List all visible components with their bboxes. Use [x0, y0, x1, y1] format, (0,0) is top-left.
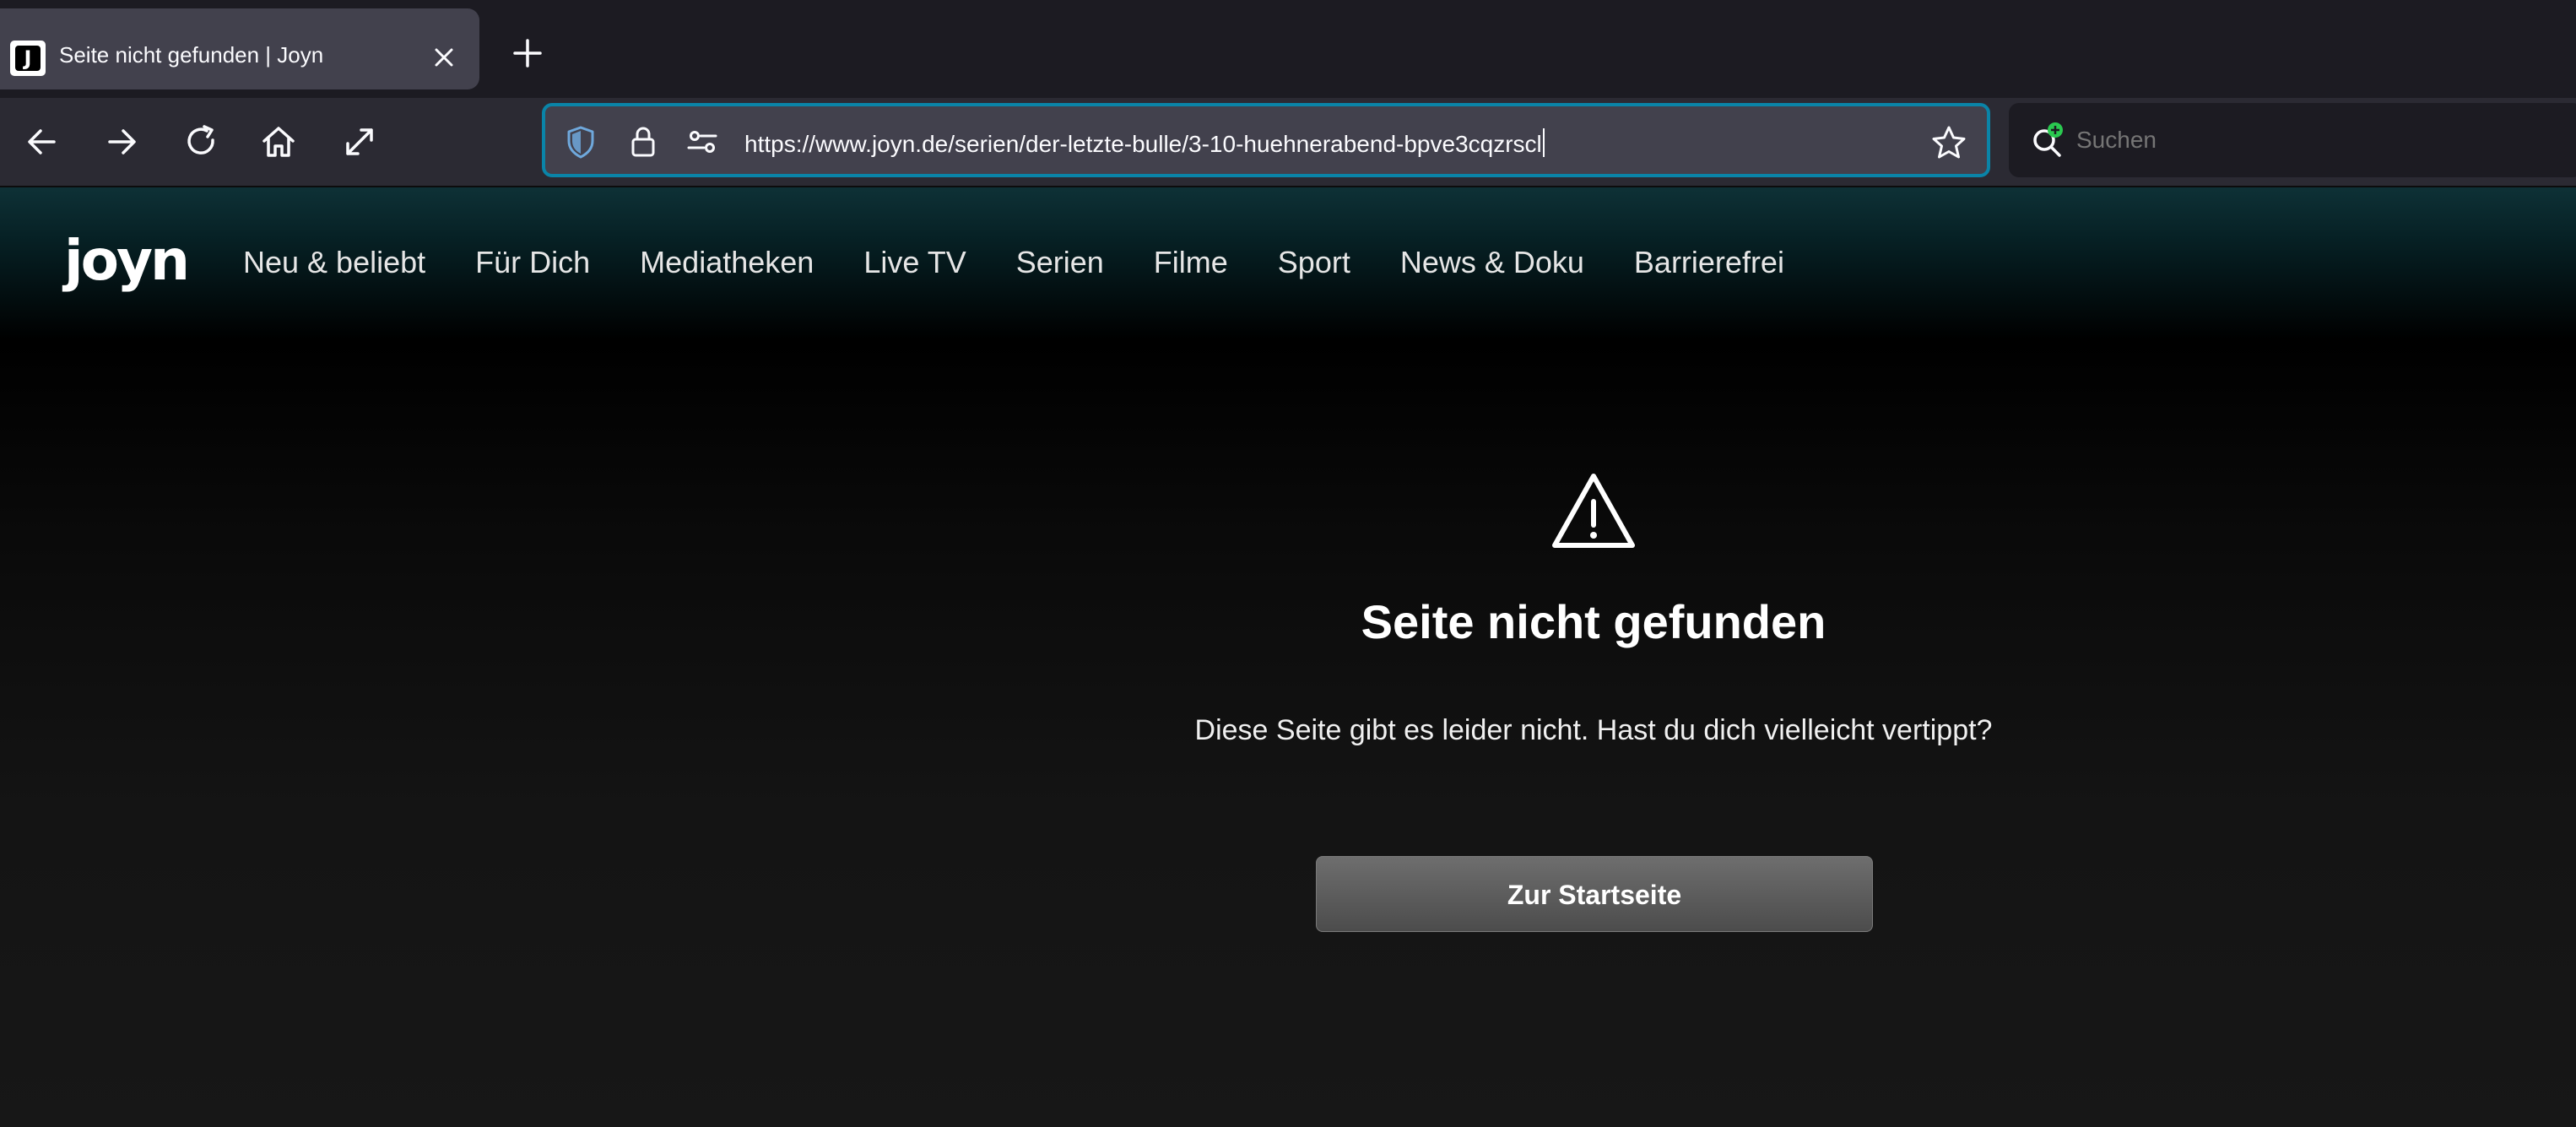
- home-button[interactable]: Zur Startseite: [1316, 856, 1873, 932]
- url-value: https://www.joyn.de/serien/der-letzte-bu…: [744, 131, 1542, 157]
- search-input[interactable]: [2076, 127, 2414, 154]
- url-bar[interactable]: https://www.joyn.de/serien/der-letzte-bu…: [542, 103, 1990, 177]
- menu-item-barrierefrei[interactable]: Barrierefrei: [1634, 245, 1784, 280]
- close-icon[interactable]: [427, 41, 461, 74]
- menu-item-neu-beliebt[interactable]: Neu & beliebt: [243, 245, 425, 280]
- menu-item-filme[interactable]: Filme: [1154, 245, 1228, 280]
- plus-icon[interactable]: [506, 32, 549, 74]
- tab-title: Seite nicht gefunden | Joyn: [59, 42, 324, 68]
- error-title: Seite nicht gefunden: [1361, 595, 1826, 648]
- shield-icon[interactable]: [562, 123, 599, 160]
- main-menu: Neu & beliebt Für Dich Mediatheken Live …: [243, 245, 1834, 280]
- search-icon: [2033, 122, 2063, 157]
- menu-item-mediatheken[interactable]: Mediatheken: [640, 245, 814, 280]
- browser-tab[interactable]: J Seite nicht gefunden | Joyn: [0, 8, 479, 89]
- menu-item-sport[interactable]: Sport: [1278, 245, 1350, 280]
- menu-item-serien[interactable]: Serien: [1016, 245, 1104, 280]
- reload-icon[interactable]: [179, 120, 223, 164]
- error-page-content: Seite nicht gefunden Diese Seite gibt es…: [0, 339, 2576, 1127]
- warning-icon: [1552, 474, 1635, 548]
- lock-icon[interactable]: [625, 123, 662, 160]
- menu-item-news-doku[interactable]: News & Doku: [1400, 245, 1584, 280]
- error-message: Diese Seite gibt es leider nicht. Hast d…: [1194, 714, 1993, 746]
- menu-item-live-tv[interactable]: Live TV: [863, 245, 966, 280]
- search-bar[interactable]: [2009, 103, 2576, 177]
- joyn-logo[interactable]: joyn: [64, 233, 190, 289]
- favicon-letter: J: [15, 46, 41, 71]
- home-icon[interactable]: [257, 120, 300, 164]
- url-text[interactable]: https://www.joyn.de/serien/der-letzte-bu…: [744, 128, 1545, 158]
- back-arrow-icon[interactable]: [20, 120, 64, 164]
- text-caret: [1542, 128, 1545, 157]
- permissions-icon[interactable]: [684, 123, 721, 160]
- fullscreen-icon[interactable]: [338, 120, 382, 164]
- menu-item-fuer-dich[interactable]: Für Dich: [475, 245, 590, 280]
- browser-toolbar: https://www.joyn.de/serien/der-letzte-bu…: [0, 98, 2576, 187]
- bookmark-star-icon[interactable]: [1929, 123, 1968, 162]
- site-header: joyn Neu & beliebt Für Dich Mediatheken …: [0, 187, 2576, 339]
- browser-tab-strip: J Seite nicht gefunden | Joyn: [0, 0, 2576, 98]
- forward-arrow-icon[interactable]: [100, 120, 143, 164]
- joyn-favicon-icon: J: [10, 41, 46, 76]
